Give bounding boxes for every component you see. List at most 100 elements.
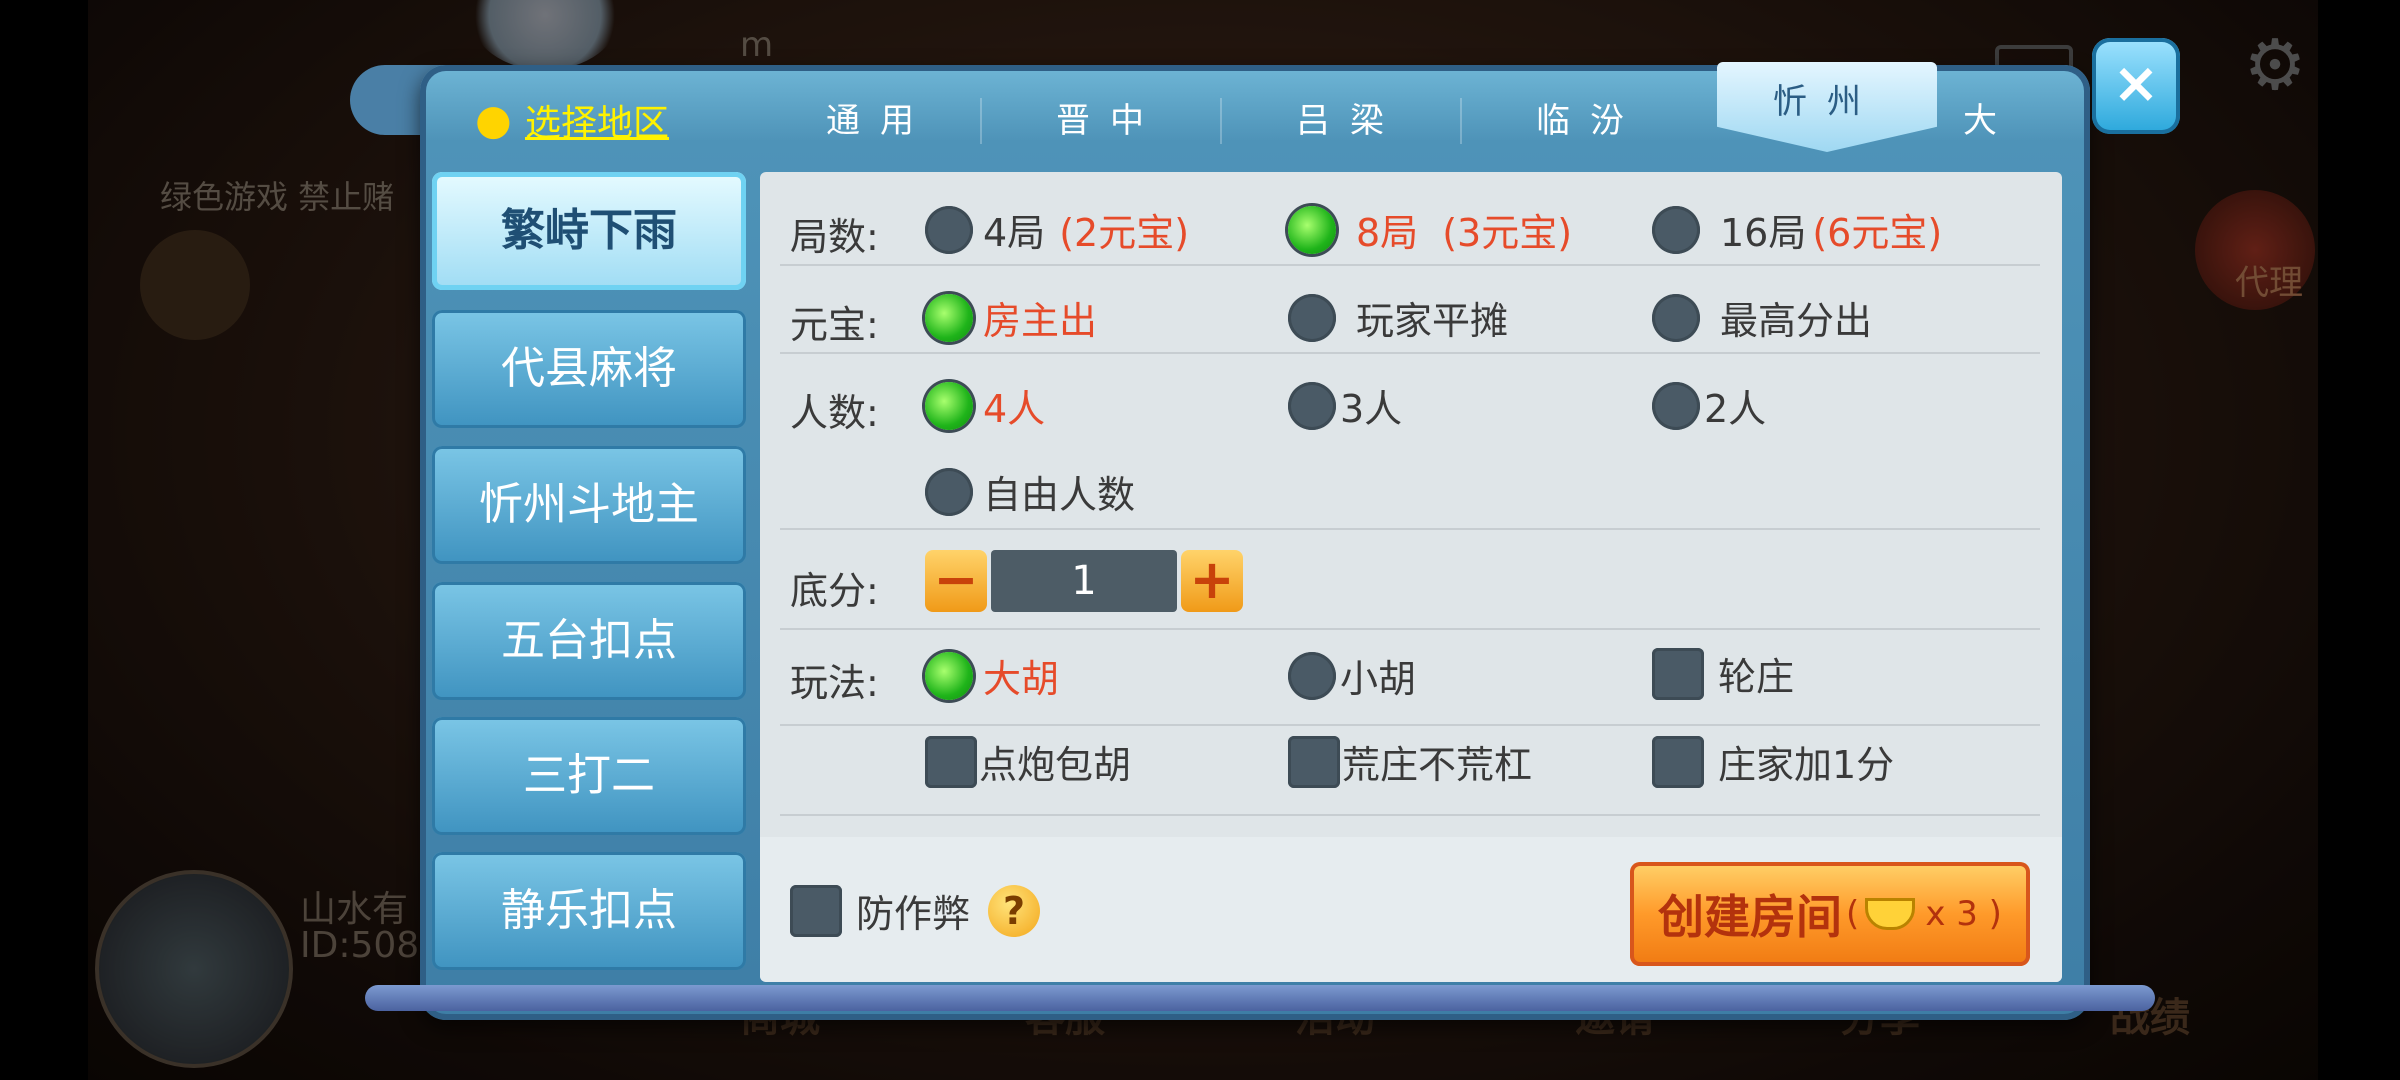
radio-icon <box>1288 293 1336 342</box>
rounds-label: 局数: <box>790 215 879 259</box>
option-text: 庄家加1分 <box>1718 743 1895 787</box>
sidebar-item-jingle-koudian[interactable]: 静乐扣点 <box>432 852 746 970</box>
option-cost: (3元宝) <box>1442 211 1573 255</box>
tab-lvliang[interactable]: 吕梁 <box>1250 90 1450 152</box>
option-text: 点炮包胡 <box>979 743 1132 787</box>
tab-jinzhong[interactable]: 晋中 <box>1010 90 1210 152</box>
radio-selected-icon <box>925 651 973 700</box>
ingot-icon <box>1865 898 1916 930</box>
radio-icon <box>1288 381 1336 430</box>
tab-linfen[interactable]: 临汾 <box>1490 90 1690 152</box>
checkbox-huangzhuang-buhuanggang[interactable]: 荒庄不荒杠 <box>1288 734 1532 789</box>
location-pin-icon: ● <box>475 94 512 144</box>
players-option-2[interactable]: 2人 <box>1652 378 1766 433</box>
players-option-4[interactable]: 4人 <box>925 378 1045 433</box>
option-cost: (2元宝) <box>1059 211 1190 255</box>
plus-button[interactable]: + <box>1181 550 1243 612</box>
tab-divider <box>1220 98 1222 144</box>
players-row: 人数: 4人 3人 2人 自由人数 <box>760 368 2062 528</box>
players-option-free[interactable]: 自由人数 <box>925 464 1135 519</box>
panel-footer: 防作弊 ? 创建房间 ( x 3 ) <box>760 837 2062 982</box>
radio-selected-icon <box>1288 205 1336 254</box>
option-text: 最高分出 <box>1720 299 1873 343</box>
checkbox-icon <box>790 884 842 937</box>
play-mode-row: 玩法: 大胡 小胡 轮庄 点炮包胡 荒庄不荒杠 庄家加1分 <box>760 638 2062 838</box>
sidebar-item-xinzhou-doudizhu[interactable]: 忻州斗地主 <box>432 446 746 564</box>
create-room-cost: x 3 ) <box>1925 894 2002 934</box>
row-divider <box>780 814 2040 816</box>
checkbox-dianpao-baohu[interactable]: 点炮包胡 <box>925 734 1131 789</box>
radio-icon <box>1652 381 1700 430</box>
checkbox-lunzhuang[interactable]: 轮庄 <box>1652 646 1794 701</box>
help-icon[interactable]: ? <box>988 884 1041 937</box>
select-region-button[interactable]: ● 选择地区 <box>475 92 669 147</box>
option-text: 轮庄 <box>1718 655 1795 699</box>
rounds-option-4[interactable]: 4局 (2元宝) <box>925 202 1189 257</box>
option-cost: (6元宝) <box>1812 211 1943 255</box>
radio-icon <box>1288 651 1336 700</box>
sidebar-item-wutai-koudian[interactable]: 五台扣点 <box>432 582 746 700</box>
base-score-value: 1 <box>991 550 1177 612</box>
select-region-label: 选择地区 <box>525 102 670 144</box>
option-text: 3人 <box>1340 387 1403 431</box>
rounds-row: 局数: 4局 (2元宝) 8局 (3元宝) 16局 (6元宝) <box>760 192 2062 262</box>
modal-bottom-bar <box>365 985 2155 1011</box>
checkbox-icon <box>1288 735 1340 788</box>
checkbox-zhuangjia-jia1fen[interactable]: 庄家加1分 <box>1652 734 1894 789</box>
sidebar-item-fanshi-xiayu[interactable]: 繁峙下雨 <box>432 172 746 290</box>
option-text: 大胡 <box>983 657 1060 701</box>
create-room-button[interactable]: 创建房间 ( x 3 ) <box>1630 862 2030 966</box>
payment-option-owner[interactable]: 房主出 <box>925 290 1097 345</box>
play-mode-option-xiaohu[interactable]: 小胡 <box>1288 648 1416 703</box>
radio-icon <box>1652 293 1700 342</box>
base-score-stepper: − 1 + <box>925 550 1243 612</box>
radio-selected-icon <box>925 381 973 430</box>
players-option-3[interactable]: 3人 <box>1288 378 1402 433</box>
checkbox-icon <box>1652 647 1704 700</box>
option-text: 4局 <box>983 211 1046 255</box>
row-divider <box>780 352 2040 354</box>
options-panel: 局数: 4局 (2元宝) 8局 (3元宝) 16局 (6元宝) 元宝: 房主出 … <box>760 172 2062 982</box>
payment-option-split[interactable]: 玩家平摊 <box>1288 290 1508 345</box>
play-mode-label: 玩法: <box>790 661 879 705</box>
base-score-label: 底分: <box>790 569 879 613</box>
radio-icon <box>1652 205 1700 254</box>
play-mode-option-dahu[interactable]: 大胡 <box>925 648 1059 703</box>
option-text: 自由人数 <box>983 473 1136 517</box>
close-button[interactable]: × <box>2092 38 2180 134</box>
option-text: 8局 <box>1356 211 1419 255</box>
payment-option-highest[interactable]: 最高分出 <box>1652 290 1872 345</box>
players-label: 人数: <box>790 391 879 435</box>
row-divider <box>780 724 2040 726</box>
tab-divider <box>1460 98 1462 144</box>
tab-tongyong[interactable]: 通用 <box>780 90 980 152</box>
payment-row: 元宝: 房主出 玩家平摊 最高分出 <box>760 280 2062 350</box>
radio-icon <box>925 467 973 516</box>
rounds-option-8[interactable]: 8局 (3元宝) <box>1288 202 1572 257</box>
row-divider <box>780 628 2040 630</box>
option-text: 玩家平摊 <box>1356 299 1509 343</box>
checkbox-icon <box>1652 735 1704 788</box>
rounds-option-16[interactable]: 16局 (6元宝) <box>1652 202 1942 257</box>
radio-selected-icon <box>925 293 973 342</box>
sidebar-item-daixian-majiang[interactable]: 代县麻将 <box>432 310 746 428</box>
checkbox-icon <box>925 735 977 788</box>
tab-xinzhou[interactable]: 忻州 <box>1717 62 1937 152</box>
anti-cheat-label: 防作弊 <box>856 892 971 936</box>
create-room-open-paren: ( <box>1846 894 1860 934</box>
row-divider <box>780 528 2040 530</box>
region-tabs: 通用 晋中 吕梁 临汾 忻州 大 <box>780 62 2090 152</box>
option-text: 小胡 <box>1340 657 1417 701</box>
option-text: 2人 <box>1704 387 1767 431</box>
tab-divider <box>980 98 982 144</box>
option-text: 房主出 <box>983 299 1098 343</box>
create-room-label: 创建房间 <box>1658 890 1843 944</box>
close-icon: × <box>2112 51 2160 116</box>
anti-cheat-checkbox[interactable]: 防作弊 ? <box>790 883 1041 938</box>
row-divider <box>780 264 2040 266</box>
base-score-row: 底分: − 1 + <box>760 544 2062 624</box>
tab-da[interactable]: 大 <box>1945 90 2035 152</box>
minus-button[interactable]: − <box>925 550 987 612</box>
option-text: 4人 <box>983 387 1046 431</box>
sidebar-item-san-da-er[interactable]: 三打二 <box>432 717 746 835</box>
